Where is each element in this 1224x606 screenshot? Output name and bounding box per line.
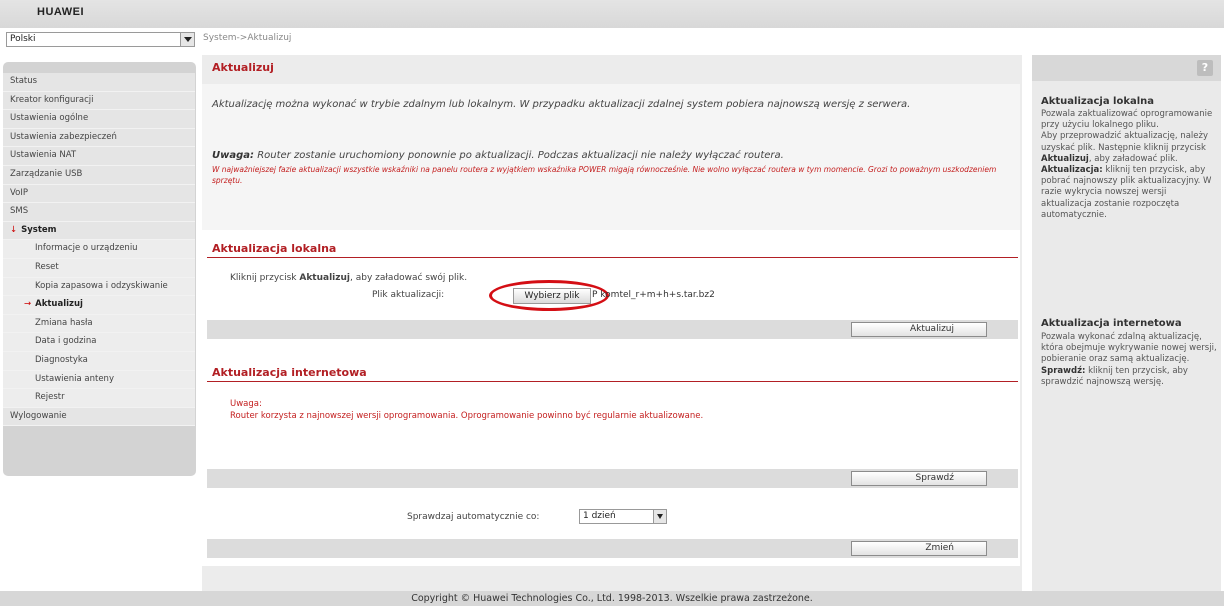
local-instruction-post: , aby załadować swój plik. bbox=[350, 273, 468, 283]
auto-check-select-value: 1 dzień bbox=[583, 511, 616, 521]
sidebar-item-reset[interactable]: Reset bbox=[3, 258, 195, 278]
sidebar-item-usb[interactable]: Zarządzanie USB bbox=[3, 165, 195, 185]
sidebar-item-antenna[interactable]: Ustawienia anteny bbox=[3, 370, 195, 390]
breadcrumb: System->Aktualizuj bbox=[203, 33, 292, 43]
local-update-title: Aktualizacja lokalna bbox=[212, 242, 337, 255]
sidebar-item-label: Reset bbox=[35, 261, 59, 272]
sidebar-item-change-password[interactable]: Zmiana hasła bbox=[3, 314, 195, 334]
local-instruction: Kliknij przycisk Aktualizuj, aby załadow… bbox=[230, 273, 467, 283]
auto-check-label: Sprawdzaj automatycznie co: bbox=[407, 512, 540, 522]
warning-message: Router zostanie uruchomiony ponownie po … bbox=[257, 150, 784, 161]
auto-check-select[interactable]: 1 dzień bbox=[579, 509, 667, 524]
sidebar-item-label: Informacje o urządzeniu bbox=[35, 243, 138, 254]
divider bbox=[207, 257, 1018, 258]
help-local-text-3-bold: Aktualizacja: bbox=[1041, 165, 1103, 176]
sidebar-item-status[interactable]: Status bbox=[3, 73, 195, 92]
local-instruction-bold: Aktualizuj bbox=[299, 273, 350, 283]
help-internet-title: Aktualizacja internetowa bbox=[1041, 318, 1182, 329]
help-local-text-2-post: , aby załadować plik. bbox=[1088, 153, 1178, 164]
chevron-down-icon[interactable] bbox=[653, 510, 666, 523]
check-button[interactable]: Sprawdź bbox=[851, 471, 987, 486]
footer: Copyright © Huawei Technologies Co., Ltd… bbox=[0, 591, 1224, 606]
sidebar-item-system[interactable]: ↓ System bbox=[3, 221, 195, 241]
help-local-text-1: Pozwala zaktualizować oprogramowanie prz… bbox=[1041, 109, 1213, 131]
sidebar-item-update[interactable]: → Aktualizuj bbox=[3, 296, 195, 315]
file-label: Plik aktualizacji: bbox=[372, 290, 445, 300]
sidebar-nav: Status Kreator konfiguracji Ustawienia o… bbox=[3, 73, 195, 427]
intro-text: Aktualizację można wykonać w trybie zdal… bbox=[212, 99, 911, 110]
help-header bbox=[1032, 55, 1221, 81]
chevron-down-icon[interactable] bbox=[180, 33, 194, 46]
sidebar-item-device-info[interactable]: Informacje o urządzeniu bbox=[3, 240, 195, 259]
language-select-value: Polski bbox=[10, 34, 36, 44]
help-local-text-2: Aby przeprowadzić aktualizację, należy u… bbox=[1041, 131, 1208, 153]
help-local-text-2-bold: Aktualizuj bbox=[1041, 153, 1089, 164]
sidebar-item-label: Data i godzina bbox=[35, 336, 97, 347]
sidebar-item-sms[interactable]: SMS bbox=[3, 203, 195, 222]
sidebar-item-label: Rejestr bbox=[35, 392, 65, 403]
help-internet-text: Pozwala wykonać zdalną aktualizację, któ… bbox=[1041, 332, 1219, 388]
internet-update-title: Aktualizacja internetowa bbox=[212, 366, 367, 379]
help-local-title: Aktualizacja lokalna bbox=[1041, 96, 1155, 107]
huawei-logo: HUAWEI bbox=[37, 6, 84, 18]
help-internet-text-2-bold: Sprawdź: bbox=[1041, 365, 1086, 376]
divider bbox=[207, 381, 1018, 382]
page-title: Aktualizuj bbox=[212, 61, 274, 74]
update-button[interactable]: Aktualizuj bbox=[851, 322, 987, 337]
sidebar-item-label: Aktualizuj bbox=[35, 299, 83, 310]
sidebar-item-label: Zmiana hasła bbox=[35, 317, 93, 328]
sidebar-item-label: Kopia zapasowa i odzyskiwanie bbox=[35, 280, 168, 291]
help-internet-text-1: Pozwala wykonać zdalną aktualizację, któ… bbox=[1041, 332, 1217, 365]
change-button[interactable]: Zmień bbox=[851, 541, 987, 556]
sidebar-item-wizard[interactable]: Kreator konfiguracji bbox=[3, 91, 195, 111]
sidebar-item-log[interactable]: Rejestr bbox=[3, 389, 195, 408]
arrow-down-icon: ↓ bbox=[10, 224, 18, 235]
sidebar-item-backup[interactable]: Kopia zapasowa i odzyskiwanie bbox=[3, 277, 195, 297]
sidebar-item-label: Diagnostyka bbox=[35, 354, 88, 365]
sidebar-item-label: Ustawienia anteny bbox=[35, 373, 114, 384]
sidebar-item-label: VoIP bbox=[10, 187, 28, 198]
highlight-ellipse bbox=[489, 280, 609, 311]
sidebar-item-label: Ustawienia zabezpieczeń bbox=[10, 131, 117, 142]
sidebar-item-label: Kreator konfiguracji bbox=[10, 94, 94, 105]
help-local-text: Pozwala zaktualizować oprogramowanie prz… bbox=[1041, 109, 1219, 221]
local-instruction-pre: Kliknij przycisk bbox=[230, 273, 300, 283]
sidebar-item-nat[interactable]: Ustawienia NAT bbox=[3, 147, 195, 166]
sidebar-item-label: SMS bbox=[10, 206, 29, 217]
sidebar-item-general-settings[interactable]: Ustawienia ogólne bbox=[3, 110, 195, 129]
sidebar-item-logout[interactable]: Wylogowanie bbox=[3, 407, 195, 427]
sidebar-item-label: System bbox=[21, 224, 57, 235]
sidebar-item-label: Zarządzanie USB bbox=[10, 168, 83, 179]
help-icon[interactable]: ? bbox=[1197, 60, 1213, 76]
internet-note-label: Uwaga: bbox=[230, 399, 262, 409]
file-name: P komtel_r+m+h+s.tar.bz2 bbox=[592, 290, 715, 300]
sidebar-item-label: Ustawienia ogólne bbox=[10, 113, 89, 124]
warning-label: Uwaga: bbox=[212, 150, 255, 161]
internet-note-text: Router korzysta z najnowszej wersji opro… bbox=[230, 411, 704, 421]
sidebar-item-diagnostics[interactable]: Diagnostyka bbox=[3, 351, 195, 371]
internet-update-section bbox=[202, 366, 1020, 566]
sidebar-item-voip[interactable]: VoIP bbox=[3, 184, 195, 204]
sidebar-item-security[interactable]: Ustawienia zabezpieczeń bbox=[3, 128, 195, 148]
sidebar-item-date-time[interactable]: Data i godzina bbox=[3, 333, 195, 352]
top-bar: HUAWEI bbox=[0, 0, 1224, 28]
warning-text: Uwaga: Router zostanie uruchomiony ponow… bbox=[212, 150, 1012, 161]
sidebar-item-label: Status bbox=[10, 76, 38, 86]
sidebar-item-label: Ustawienia NAT bbox=[10, 150, 77, 161]
sidebar-item-label: Wylogowanie bbox=[10, 410, 67, 421]
arrow-right-icon: → bbox=[24, 299, 32, 310]
warning-red-text: W najważniejszej fazie aktualizacji wszy… bbox=[212, 165, 997, 185]
language-select[interactable]: Polski bbox=[6, 32, 195, 47]
